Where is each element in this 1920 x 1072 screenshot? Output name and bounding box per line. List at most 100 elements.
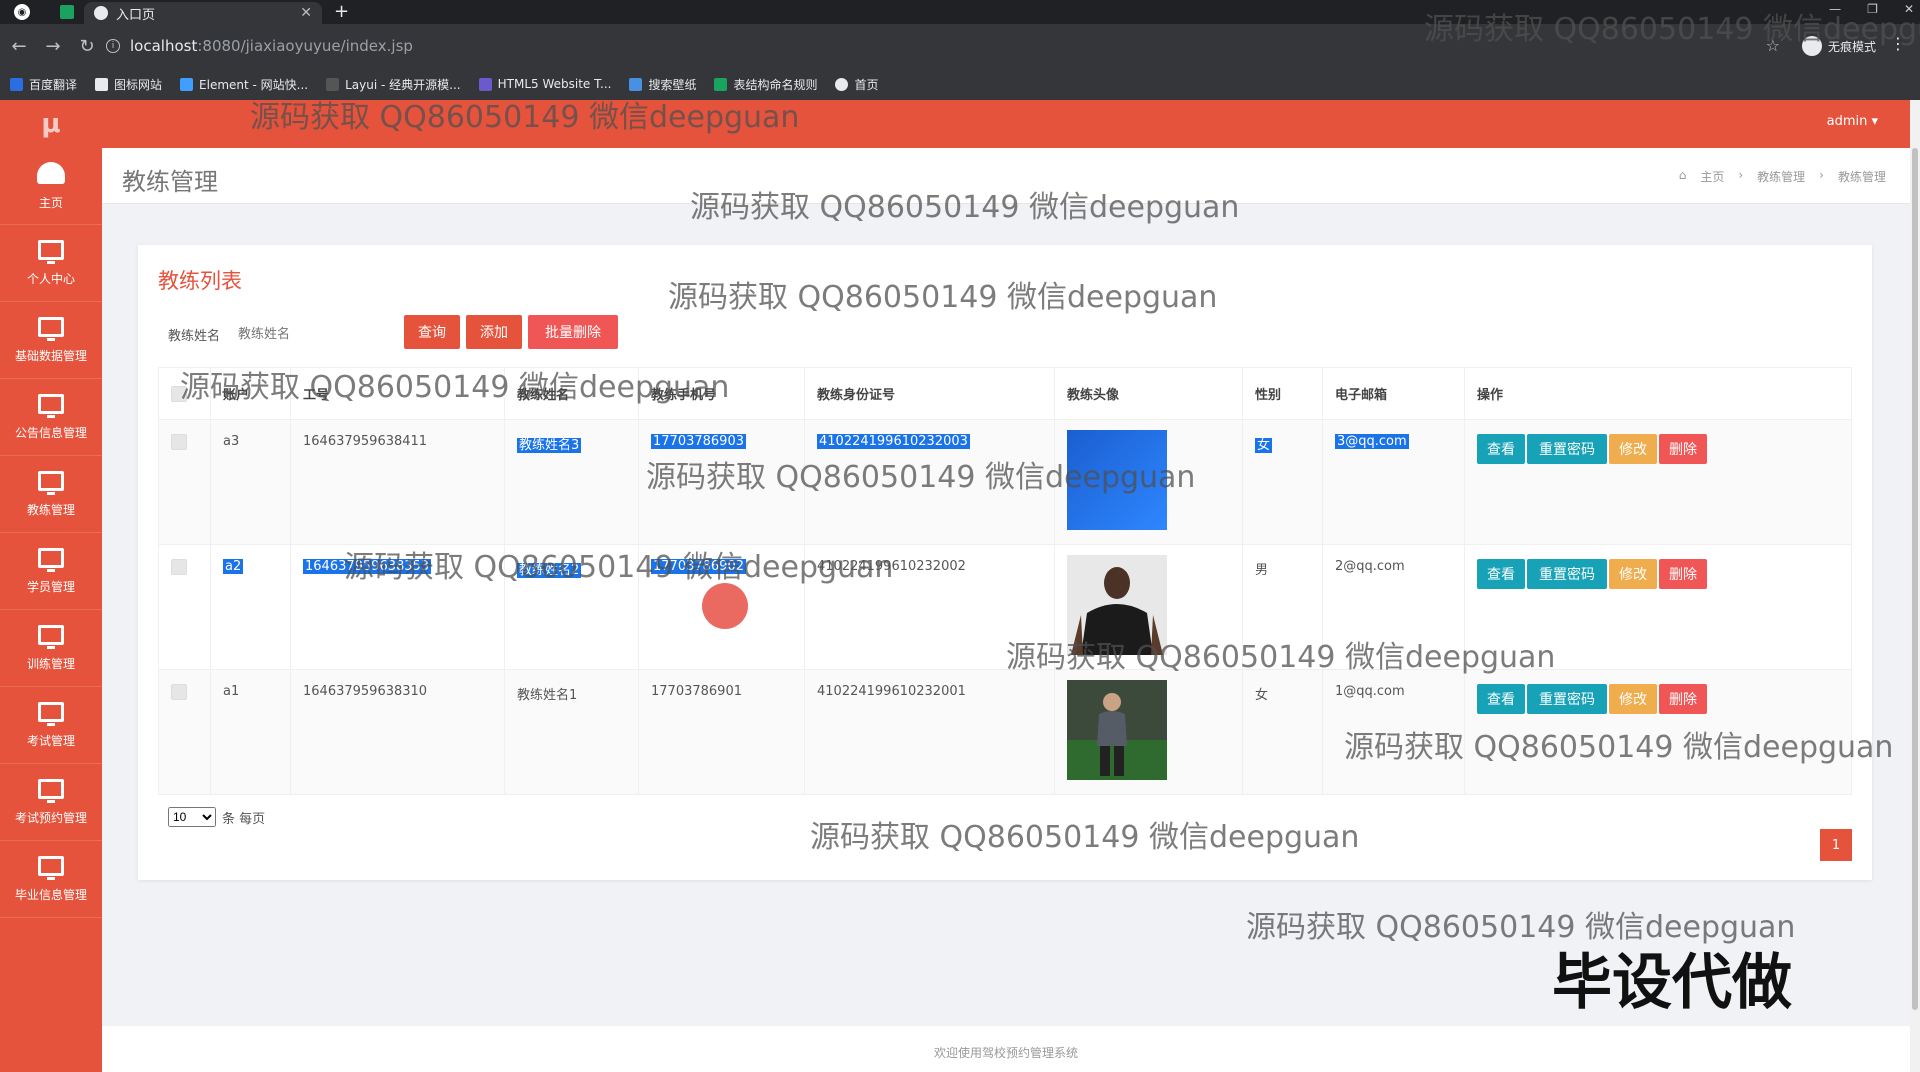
coach-avatar-image bbox=[1067, 680, 1167, 780]
coach-avatar-image bbox=[1067, 555, 1167, 655]
incognito-label: 无痕模式 bbox=[1827, 39, 1876, 54]
forward-icon[interactable]: → bbox=[38, 36, 68, 57]
row-checkbox[interactable] bbox=[171, 559, 187, 575]
chevron-right-icon: › bbox=[1819, 168, 1824, 182]
reset-password-button[interactable]: 重置密码 bbox=[1527, 434, 1607, 464]
bookmark-star-icon[interactable]: ☆ bbox=[1766, 36, 1780, 55]
minimize-icon[interactable]: — bbox=[1829, 2, 1841, 16]
view-button[interactable]: 查看 bbox=[1477, 559, 1525, 589]
row-checkbox[interactable] bbox=[171, 684, 187, 700]
layui-icon bbox=[326, 77, 340, 91]
breadcrumb-section[interactable]: 教练管理 bbox=[1757, 168, 1805, 185]
row-checkbox[interactable] bbox=[171, 434, 187, 450]
bookmark-item[interactable]: Layui - 经典开源模... bbox=[326, 76, 461, 93]
delete-button[interactable]: 删除 bbox=[1659, 434, 1707, 464]
row-select-cell bbox=[158, 544, 211, 670]
bookmarks-bar: 百度翻译 图标网站 Element - 网站快... Layui - 经典开源模… bbox=[0, 68, 1920, 100]
info-icon[interactable]: i bbox=[106, 39, 120, 53]
page-number-button[interactable]: 1 bbox=[1820, 829, 1852, 861]
browser-tab[interactable]: 入口页 ✕ bbox=[84, 2, 322, 24]
sidebar-item-graduation[interactable]: 毕业信息管理 bbox=[0, 841, 102, 918]
page-size-select[interactable]: 10 bbox=[168, 807, 216, 827]
url-input[interactable]: i localhost:8080/jiaxiaoyuyue/index.jsp bbox=[106, 30, 1766, 62]
bookmark-item[interactable]: 表结构命名规则 bbox=[714, 76, 817, 93]
cell-account: a2 bbox=[210, 544, 291, 670]
sidebar-item-profile[interactable]: 个人中心 bbox=[0, 225, 102, 302]
page-scrollbar[interactable] bbox=[1910, 100, 1920, 1072]
add-button[interactable]: 添加 bbox=[466, 315, 522, 349]
cell-name: 教练姓名1 bbox=[504, 669, 639, 795]
cell-phone: 17703786903 bbox=[638, 419, 805, 545]
monitor-icon bbox=[38, 239, 64, 264]
sidebar-item-basic-data[interactable]: 基础数据管理 bbox=[0, 302, 102, 379]
bookmark-item[interactable]: Element - 网站快... bbox=[180, 76, 308, 93]
row-select-cell bbox=[158, 669, 211, 795]
reset-password-button[interactable]: 重置密码 bbox=[1527, 684, 1607, 714]
monitor-icon bbox=[38, 624, 64, 649]
sidebar-item-training[interactable]: 训练管理 bbox=[0, 610, 102, 687]
reset-password-button[interactable]: 重置密码 bbox=[1527, 559, 1607, 589]
cell-id-card: 410224199610232003 bbox=[804, 419, 1055, 545]
delete-button[interactable]: 删除 bbox=[1659, 559, 1707, 589]
breadcrumb-current: 教练管理 bbox=[1837, 170, 1886, 184]
incognito-icon bbox=[1801, 36, 1822, 56]
restore-icon[interactable]: ❐ bbox=[1867, 2, 1878, 16]
cell-gender: 女 bbox=[1242, 669, 1323, 795]
admin-menu[interactable]: admin ▾ bbox=[1827, 114, 1878, 129]
new-tab-icon[interactable]: + bbox=[334, 1, 349, 22]
bookmark-item[interactable]: 图标网站 bbox=[95, 76, 162, 93]
app-favicon-icon[interactable] bbox=[60, 5, 74, 19]
bookmark-item[interactable]: 百度翻译 bbox=[10, 76, 77, 93]
delete-button[interactable]: 删除 bbox=[1659, 684, 1707, 714]
html5-icon bbox=[478, 77, 492, 91]
cell-job-no-text: 164637959638353 bbox=[303, 559, 432, 574]
breadcrumb: ⌂ 主页 › 教练管理 › 教练管理 bbox=[1679, 168, 1886, 185]
sidebar-item-students[interactable]: 学员管理 bbox=[0, 533, 102, 610]
edit-button[interactable]: 修改 bbox=[1609, 684, 1657, 714]
bookmark-item[interactable]: 首页 bbox=[835, 76, 879, 93]
edit-button[interactable]: 修改 bbox=[1609, 434, 1657, 464]
view-button[interactable]: 查看 bbox=[1477, 434, 1525, 464]
sidebar-item-exam-booking[interactable]: 考试预约管理 bbox=[0, 764, 102, 841]
tab-title: 入口页 bbox=[116, 7, 156, 23]
cell-avatar bbox=[1054, 419, 1243, 545]
batch-delete-button[interactable]: 批量删除 bbox=[528, 315, 618, 349]
close-window-icon[interactable]: ✕ bbox=[1904, 2, 1914, 16]
sidebar-item-coaches[interactable]: 教练管理 bbox=[0, 456, 102, 533]
scrollbar-thumb[interactable] bbox=[1912, 148, 1918, 1010]
cell-phone-text: 17703786902 bbox=[651, 559, 746, 574]
reload-icon[interactable]: ↻ bbox=[72, 36, 102, 57]
sidebar-item-home[interactable]: 主页 bbox=[0, 148, 102, 225]
bookmark-item[interactable]: HTML5 Website T... bbox=[478, 77, 611, 91]
sidebar-item-notices[interactable]: 公告信息管理 bbox=[0, 379, 102, 456]
sidebar-item-exams[interactable]: 考试管理 bbox=[0, 687, 102, 764]
coach-list-card: 教练列表 教练姓名 查询 添加 批量删除 账户 工号 教练姓名 教练手机号 教练… bbox=[138, 245, 1872, 880]
coach-avatar-image bbox=[1067, 430, 1167, 530]
breadcrumb-home[interactable]: 主页 bbox=[1700, 168, 1724, 185]
query-button[interactable]: 查询 bbox=[404, 315, 460, 349]
view-button[interactable]: 查看 bbox=[1477, 684, 1525, 714]
cell-gender-text: 女 bbox=[1255, 438, 1273, 453]
dashboard-icon bbox=[37, 161, 65, 184]
edit-button[interactable]: 修改 bbox=[1609, 559, 1657, 589]
cell-email: 1@qq.com bbox=[1322, 669, 1465, 795]
table-header-row: 账户 工号 教练姓名 教练手机号 教练身份证号 教练头像 性别 电子邮箱 操作 bbox=[158, 367, 1852, 420]
back-icon[interactable]: ← bbox=[4, 36, 34, 57]
col-avatar: 教练头像 bbox=[1054, 367, 1243, 420]
cell-actions: 查看 重置密码 修改 删除 bbox=[1464, 544, 1852, 670]
incognito-indicator[interactable]: 无痕模式 bbox=[1801, 36, 1876, 56]
select-all-checkbox[interactable] bbox=[171, 385, 187, 402]
browser-menu-icon[interactable]: ⋮ bbox=[1890, 34, 1906, 53]
close-icon[interactable]: ✕ bbox=[300, 5, 312, 21]
cell-gender: 男 bbox=[1242, 544, 1323, 670]
browser-menu-icon[interactable]: ◉ bbox=[14, 4, 30, 20]
translate-icon bbox=[10, 77, 23, 91]
page-header: 教练管理 ⌂ 主页 › 教练管理 › 教练管理 bbox=[102, 148, 1910, 204]
cell-actions: 查看 重置密码 修改 删除 bbox=[1464, 669, 1852, 795]
logo: μ bbox=[41, 109, 61, 139]
cell-email-text: 3@qq.com bbox=[1335, 434, 1409, 449]
top-bar: admin ▾ bbox=[102, 100, 1920, 148]
search-input[interactable] bbox=[228, 318, 378, 348]
window-controls: — ❐ ✕ bbox=[1829, 2, 1914, 16]
bookmark-item[interactable]: 搜索壁纸 bbox=[629, 76, 696, 93]
